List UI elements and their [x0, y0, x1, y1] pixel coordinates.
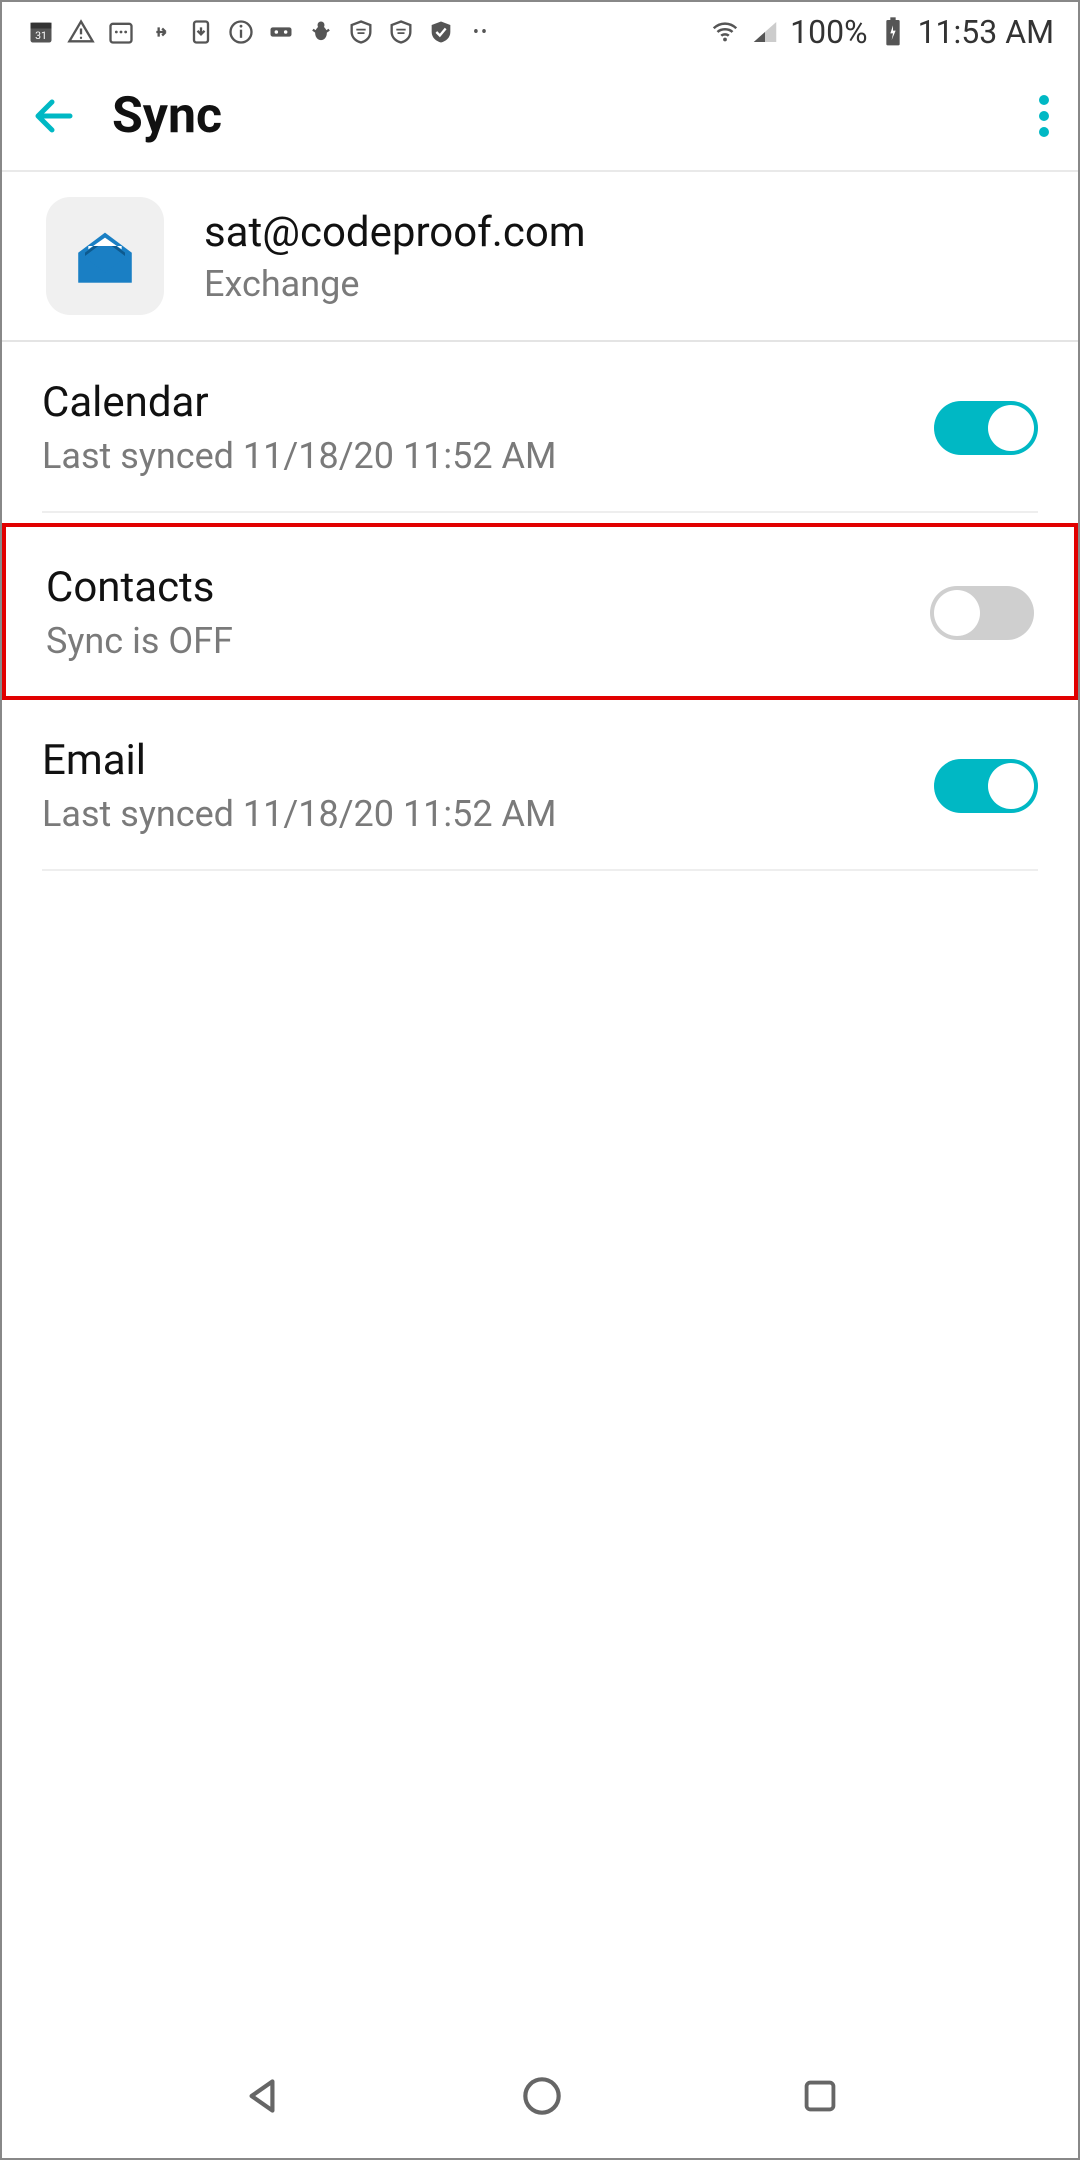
- date-icon: [106, 17, 136, 47]
- check-shield-icon: [426, 17, 456, 47]
- sync-item-title: Email: [42, 736, 556, 785]
- account-type: Exchange: [204, 263, 586, 305]
- clock: 11:53 AM: [918, 13, 1054, 51]
- email-toggle[interactable]: [934, 759, 1038, 813]
- sync-item-sub: Last synced 11/18/20 11:52 AM: [42, 793, 556, 835]
- warning-icon: [66, 17, 96, 47]
- bug-icon: [306, 17, 336, 47]
- status-icons-left: 31 ••: [26, 17, 496, 47]
- nav-home-button[interactable]: [517, 2071, 567, 2125]
- account-row[interactable]: sat@codeproof.com Exchange: [2, 172, 1078, 342]
- usb-icon: [146, 17, 176, 47]
- signal-icon: [750, 17, 780, 47]
- sync-item-title: Calendar: [42, 378, 556, 427]
- sync-item-sub: Last synced 11/18/20 11:52 AM: [42, 435, 556, 477]
- system-navbar: [2, 2038, 1078, 2158]
- page-title: Sync: [112, 87, 222, 145]
- wifi-icon: [710, 17, 740, 47]
- sync-item-title: Contacts: [46, 563, 233, 612]
- nav-back-button[interactable]: [237, 2071, 287, 2125]
- overflow-menu-button[interactable]: [1038, 92, 1050, 140]
- account-email: sat@codeproof.com: [204, 208, 586, 257]
- contacts-toggle[interactable]: [930, 586, 1034, 640]
- status-bar: 31 •• 100% 11:53 AM: [2, 2, 1078, 62]
- nav-recent-button[interactable]: [797, 2073, 843, 2123]
- info-icon: [226, 17, 256, 47]
- status-icons-right: 100% 11:53 AM: [710, 13, 1054, 51]
- svg-text:31: 31: [35, 29, 47, 42]
- more-icon: ••: [466, 17, 496, 47]
- calendar-toggle[interactable]: [934, 401, 1038, 455]
- appbar: Sync: [2, 62, 1078, 172]
- calendar-icon: 31: [26, 17, 56, 47]
- account-text: sat@codeproof.com Exchange: [204, 208, 586, 305]
- shield-icon: [346, 17, 376, 47]
- sync-item-calendar[interactable]: Calendar Last synced 11/18/20 11:52 AM: [42, 342, 1038, 513]
- shield2-icon: [386, 17, 416, 47]
- battery-pct: 100%: [790, 13, 867, 51]
- battery-icon: [878, 17, 908, 47]
- sync-item-email[interactable]: Email Last synced 11/18/20 11:52 AM: [42, 700, 1038, 871]
- voicemail-icon: [266, 17, 296, 47]
- sync-item-sub: Sync is OFF: [46, 620, 233, 662]
- sync-item-contacts[interactable]: Contacts Sync is OFF: [2, 523, 1078, 700]
- back-button[interactable]: [30, 92, 78, 140]
- download-icon: [186, 17, 216, 47]
- sync-list: Calendar Last synced 11/18/20 11:52 AM C…: [2, 342, 1078, 871]
- mail-app-icon: [46, 197, 164, 315]
